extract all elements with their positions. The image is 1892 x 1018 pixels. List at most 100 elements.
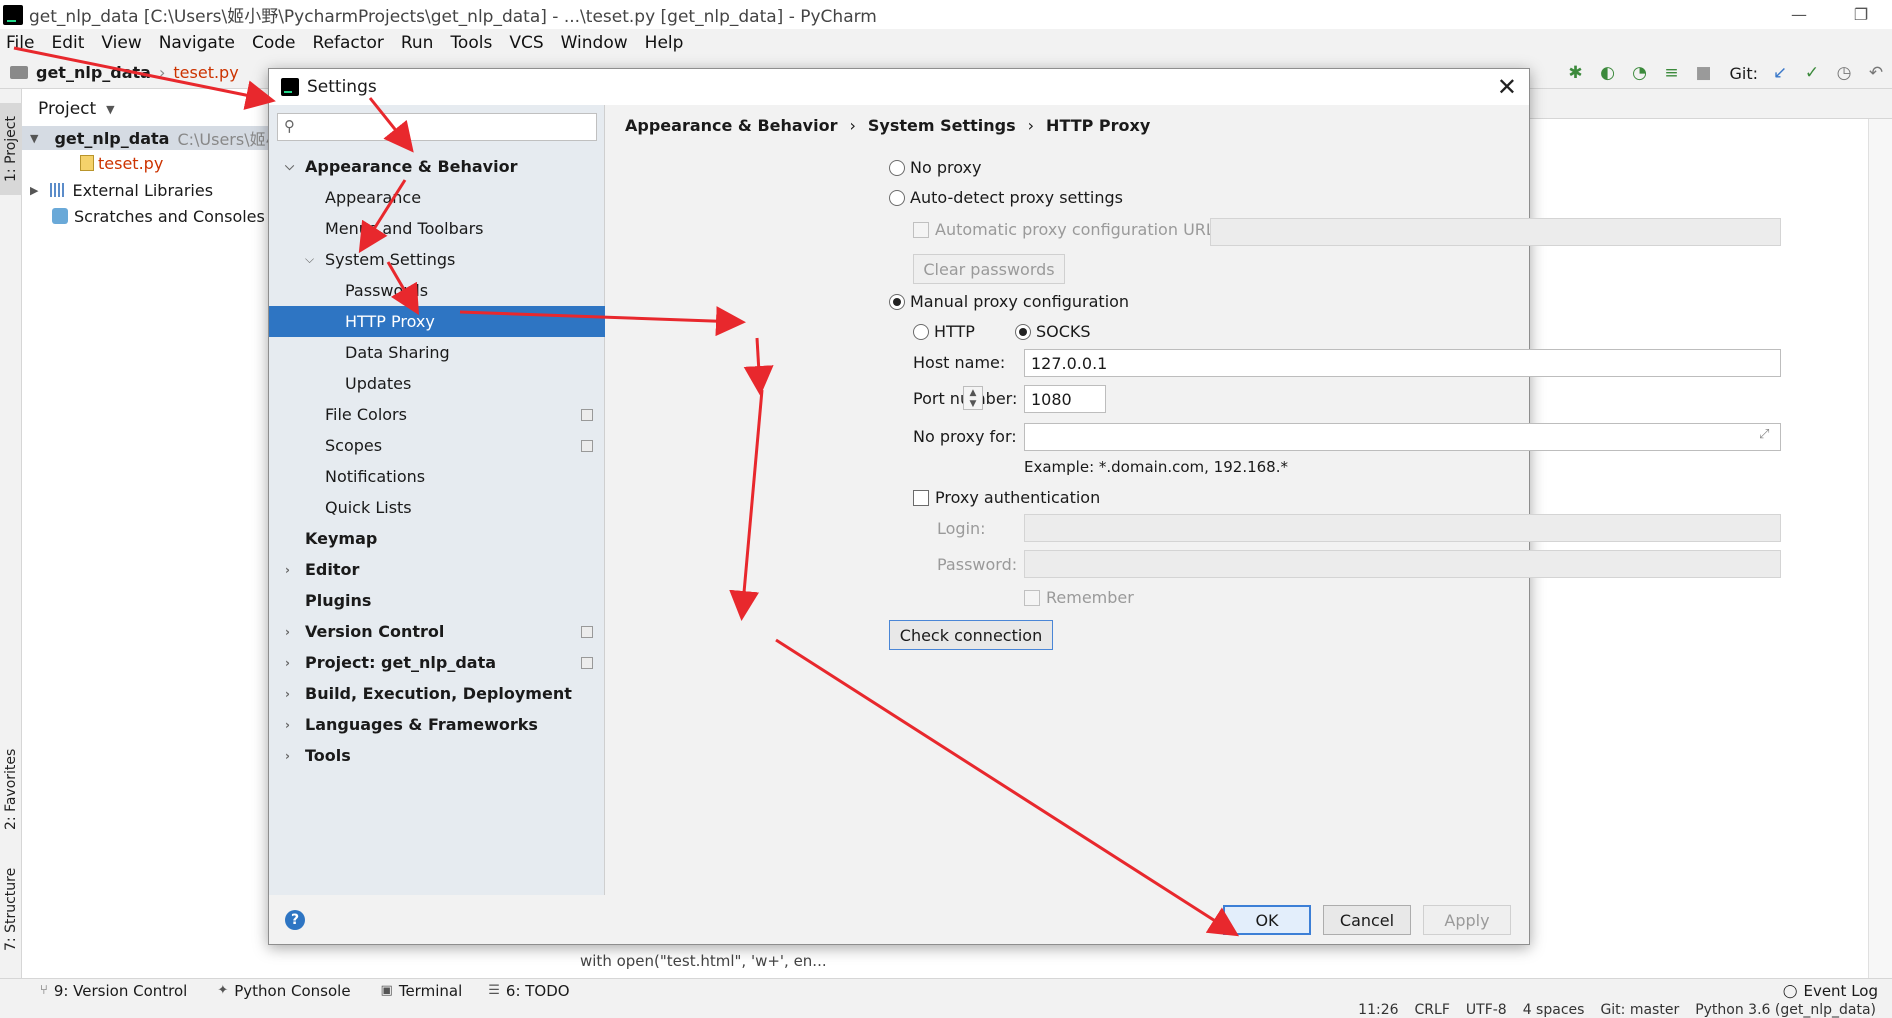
menu-run[interactable]: Run (401, 33, 434, 53)
nav-version-control[interactable]: › Version Control (269, 616, 605, 647)
chevron-right-icon[interactable]: ▶ (30, 184, 38, 197)
auto-config-url-checkbox[interactable] (913, 222, 929, 238)
menu-file[interactable]: File (6, 33, 34, 53)
cursor-position[interactable]: 11:26 (1358, 1002, 1398, 1018)
apply-button[interactable]: Apply (1423, 905, 1511, 935)
tree-scratches[interactable]: Scratches and Consoles (22, 204, 265, 228)
menu-window[interactable]: Window (561, 33, 628, 53)
socks-radio[interactable] (1015, 324, 1031, 340)
no-proxy-label[interactable]: No proxy (910, 158, 981, 177)
stop-icon[interactable]: ■ (1690, 60, 1716, 86)
file-encoding[interactable]: UTF-8 (1466, 1002, 1507, 1018)
concurrency-icon[interactable]: ≡ (1658, 60, 1684, 86)
chevron-down-icon[interactable]: ⌵ (285, 159, 294, 174)
nav-file-colors[interactable]: File Colors (269, 399, 605, 430)
nav-updates[interactable]: Updates (269, 368, 605, 399)
chevron-right-icon[interactable]: › (285, 687, 290, 701)
todo-tab[interactable]: ☰ 6: TODO (488, 982, 569, 1000)
socks-label[interactable]: SOCKS (1036, 322, 1091, 341)
manual-proxy-radio[interactable] (889, 294, 905, 310)
login-input[interactable] (1024, 514, 1781, 542)
auto-detect-radio[interactable] (889, 190, 905, 206)
nav-appearance[interactable]: Appearance (269, 182, 605, 213)
indent-setting[interactable]: 4 spaces (1523, 1002, 1585, 1018)
nav-plugins[interactable]: Plugins (269, 585, 605, 616)
spinner-up-icon[interactable]: ▲ (964, 387, 982, 398)
host-name-input[interactable]: 127.0.0.1 (1024, 349, 1781, 377)
proxy-auth-checkbox[interactable] (913, 490, 929, 506)
restore-button[interactable]: ❐ (1830, 0, 1892, 29)
menu-edit[interactable]: Edit (51, 33, 84, 53)
chevron-right-icon[interactable]: › (285, 718, 290, 732)
chevron-right-icon[interactable]: › (285, 749, 290, 763)
structure-tool-tab[interactable]: 7: Structure (0, 859, 22, 959)
git-history-icon[interactable]: ◷ (1831, 60, 1857, 86)
nav-project[interactable]: › Project: get_nlp_data (269, 647, 605, 678)
close-icon[interactable]: ✕ (1497, 73, 1517, 101)
ok-button[interactable]: OK (1223, 905, 1311, 935)
tree-external-libraries[interactable]: ▶ External Libraries (22, 178, 213, 202)
http-radio[interactable] (913, 324, 929, 340)
favorites-tool-tab[interactable]: 2: Favorites (0, 739, 22, 839)
nav-file[interactable]: teset.py (173, 63, 238, 82)
help-icon[interactable]: ? (285, 910, 305, 930)
project-panel-header[interactable]: Project ▼ (22, 89, 270, 129)
project-tool-tab[interactable]: 1: Project (0, 103, 22, 195)
chevron-down-icon[interactable]: ▼ (106, 103, 114, 116)
remember-checkbox[interactable] (1024, 590, 1040, 606)
no-proxy-radio[interactable] (889, 160, 905, 176)
manual-proxy-label[interactable]: Manual proxy configuration (910, 292, 1129, 311)
debug-icon[interactable]: ✱ (1562, 60, 1588, 86)
breadcrumb-item[interactable]: System Settings (868, 116, 1016, 135)
breadcrumb-item[interactable]: Appearance & Behavior (625, 116, 837, 135)
git-commit-icon[interactable]: ✓ (1799, 60, 1825, 86)
chevron-right-icon[interactable]: › (285, 563, 290, 577)
clear-passwords-button[interactable]: Clear passwords (913, 254, 1065, 284)
cancel-button[interactable]: Cancel (1323, 905, 1411, 935)
python-interpreter[interactable]: Python 3.6 (get_nlp_data) (1695, 1002, 1876, 1018)
menu-vcs[interactable]: VCS (509, 33, 543, 53)
chevron-down-icon[interactable]: ⌵ (305, 252, 314, 267)
menu-code[interactable]: Code (252, 33, 296, 53)
chevron-down-icon[interactable]: ▼ (30, 132, 38, 145)
nav-editor[interactable]: › Editor (269, 554, 605, 585)
expand-icon[interactable]: ⤢ (1759, 427, 1769, 442)
nav-notifications[interactable]: Notifications (269, 461, 605, 492)
auto-detect-label[interactable]: Auto-detect proxy settings (910, 188, 1123, 207)
nav-languages[interactable]: › Languages & Frameworks (269, 709, 605, 740)
spinner-down-icon[interactable]: ▼ (964, 398, 982, 409)
python-console-tab[interactable]: ✦ Python Console (217, 982, 350, 1000)
line-separator[interactable]: CRLF (1415, 1002, 1450, 1018)
nav-build[interactable]: › Build, Execution, Deployment (269, 678, 605, 709)
nav-http-proxy[interactable]: HTTP Proxy (269, 306, 605, 337)
nav-keymap[interactable]: Keymap (269, 523, 605, 554)
menu-navigate[interactable]: Navigate (159, 33, 235, 53)
chevron-right-icon[interactable]: › (285, 656, 290, 670)
chevron-right-icon[interactable]: › (285, 625, 290, 639)
nav-tools[interactable]: › Tools (269, 740, 605, 771)
menu-view[interactable]: View (101, 33, 141, 53)
proxy-auth-label[interactable]: Proxy authentication (935, 488, 1100, 507)
http-label[interactable]: HTTP (934, 322, 975, 341)
port-number-input[interactable]: 1080 (1024, 385, 1106, 413)
nav-project[interactable]: get_nlp_data (36, 63, 151, 82)
nav-system-settings[interactable]: ⌵ System Settings (269, 244, 605, 275)
nav-passwords[interactable]: Passwords (269, 275, 605, 306)
menu-tools[interactable]: Tools (450, 33, 492, 53)
auto-config-url-input[interactable] (1210, 218, 1781, 246)
tree-file[interactable]: teset.py (22, 151, 163, 175)
menu-help[interactable]: Help (645, 33, 684, 53)
no-proxy-for-input[interactable] (1024, 423, 1781, 451)
version-control-tab[interactable]: ⑂ 9: Version Control (40, 982, 187, 1000)
profile-icon[interactable]: ◔ (1626, 60, 1652, 86)
nav-appearance-behavior[interactable]: ⌵ Appearance & Behavior (269, 151, 605, 182)
port-spinner[interactable]: ▲ ▼ (963, 386, 983, 410)
tree-root[interactable]: ▼ get_nlp_data C:\Users\姬小 (22, 126, 282, 150)
settings-search-input[interactable]: ⚲ (277, 113, 597, 141)
coverage-icon[interactable]: ◐ (1594, 60, 1620, 86)
git-rollback-icon[interactable]: ↶ (1863, 60, 1889, 86)
password-input[interactable] (1024, 550, 1781, 578)
git-branch[interactable]: Git: master (1600, 1002, 1679, 1018)
minimize-button[interactable]: — (1768, 0, 1830, 29)
nav-data-sharing[interactable]: Data Sharing (269, 337, 605, 368)
